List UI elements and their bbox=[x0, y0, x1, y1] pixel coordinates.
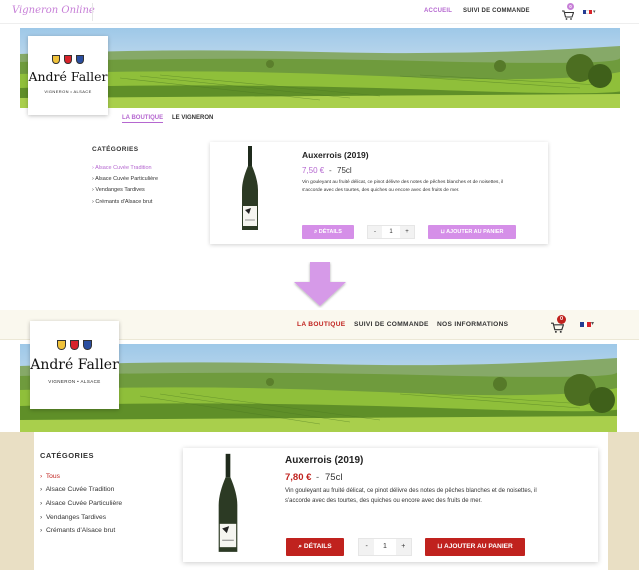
top-navbar: Vigneron Online bbox=[0, 0, 639, 24]
brand-divider bbox=[92, 3, 93, 21]
chevron-down-icon[interactable]: ▾ bbox=[591, 320, 594, 327]
quantity-decrease-button[interactable]: - bbox=[368, 226, 382, 238]
product-price: 7,50 € bbox=[302, 166, 325, 175]
product-description-line2: s'accorde avec des tourtes, des quiches … bbox=[285, 498, 482, 504]
category-item[interactable]: › Crémants d'Alsace brut bbox=[40, 527, 115, 534]
product-description-line1: Vin gouleyant au fruité délicat, ce pino… bbox=[302, 180, 504, 185]
shield-yellow-icon bbox=[51, 55, 60, 64]
french-flag-icon[interactable] bbox=[583, 10, 592, 14]
product-description-line2: s'accorde avec des tourtes, des quiches … bbox=[302, 188, 460, 193]
logo-subtitle: VIGNERON • ALSACE bbox=[48, 379, 101, 384]
category-item[interactable]: › Vendanges Tardives bbox=[40, 514, 106, 521]
details-button[interactable]: ⌕ DÉTAILS bbox=[302, 225, 354, 239]
quantity-stepper[interactable]: - 1 + bbox=[367, 225, 415, 239]
product-volume: 75cl bbox=[325, 472, 343, 483]
quantity-increase-button[interactable]: + bbox=[396, 539, 411, 555]
producer-logo-card[interactable]: André Faller VIGNERON • ALSACE bbox=[30, 321, 119, 409]
vineyard-banner-image bbox=[20, 28, 620, 108]
quantity-value[interactable]: 1 bbox=[382, 226, 400, 238]
shopping-cart-icon: ⊔ bbox=[437, 543, 443, 550]
nav-link-suivi[interactable]: SUIVI DE COMMANDE bbox=[463, 8, 530, 14]
category-item[interactable]: › Alsace Cuvée Tradition bbox=[92, 165, 152, 171]
nav-link-informations[interactable]: NOS INFORMATIONS bbox=[437, 321, 508, 328]
shield-red-icon bbox=[64, 55, 72, 64]
category-item[interactable]: › Crémants d'Alsace brut bbox=[92, 199, 152, 205]
add-to-cart-button[interactable]: ⊔ AJOUTER AU PANIER bbox=[425, 538, 525, 556]
shield-red-icon bbox=[70, 340, 79, 350]
tab-le-vigneron[interactable]: LE VIGNERON bbox=[172, 115, 213, 121]
wine-bottle-image[interactable] bbox=[214, 452, 242, 556]
price-separator: - bbox=[329, 166, 332, 175]
details-button[interactable]: ⌕ DÉTAILS bbox=[286, 538, 344, 556]
shield-blue-icon bbox=[76, 55, 85, 64]
tab-la-boutique[interactable]: LA BOUTIQUE bbox=[122, 115, 164, 123]
quantity-increase-button[interactable]: + bbox=[400, 226, 414, 238]
product-volume: 75cl bbox=[337, 166, 352, 175]
wine-bottle-image[interactable] bbox=[238, 146, 262, 232]
category-item[interactable]: › Alsace Cuvée Tradition bbox=[40, 486, 114, 493]
logo-name: André Faller bbox=[30, 357, 119, 373]
categories-heading: CATÉGORIES bbox=[40, 451, 95, 460]
producer-logo-card[interactable]: André Faller VIGNERON • ALSACE bbox=[28, 36, 108, 115]
nav-link-accueil[interactable]: ACCUEIL bbox=[424, 8, 452, 14]
price-separator: - bbox=[316, 472, 320, 483]
french-flag-icon[interactable] bbox=[580, 322, 591, 327]
coat-of-arms-icons bbox=[28, 51, 108, 64]
brand-logo-text[interactable]: Vigneron Online bbox=[12, 5, 95, 16]
nav-link-suivi[interactable]: SUIVI DE COMMANDE bbox=[354, 321, 429, 328]
category-item[interactable]: › Tous bbox=[40, 473, 60, 480]
quantity-decrease-button[interactable]: - bbox=[359, 539, 374, 555]
shopping-cart-icon: ⊔ bbox=[440, 229, 445, 235]
shield-yellow-icon bbox=[56, 340, 66, 350]
product-description-line1: Vin gouleyant au fruité délicat, ce pino… bbox=[285, 488, 537, 494]
chevron-down-icon[interactable]: ▾ bbox=[593, 9, 596, 15]
product-price: 7,80 € bbox=[285, 472, 312, 483]
category-item[interactable]: › Vendanges Tardives bbox=[92, 187, 145, 193]
category-item[interactable]: › Alsace Cuvée Particulière bbox=[40, 500, 122, 507]
comparison-page: Vigneron Online ACCUEIL SUIVI DE COMMAND… bbox=[0, 0, 639, 570]
down-arrow-icon bbox=[294, 262, 346, 306]
product-title[interactable]: Auxerrois (2019) bbox=[302, 150, 369, 160]
coat-of-arms-icons bbox=[30, 337, 119, 350]
product-title[interactable]: Auxerrois (2019) bbox=[285, 455, 363, 466]
quantity-value[interactable]: 1 bbox=[374, 539, 396, 555]
cart-count-badge: 0 bbox=[557, 315, 566, 324]
cart-count-badge: 0 bbox=[567, 3, 574, 10]
nav-link-la-boutique[interactable]: LA BOUTIQUE bbox=[297, 321, 345, 328]
logo-subtitle: VIGNERON • ALSACE bbox=[44, 89, 92, 94]
quantity-stepper[interactable]: - 1 + bbox=[358, 538, 412, 556]
shield-blue-icon bbox=[83, 340, 93, 350]
magnifier-icon: ⌕ bbox=[314, 229, 318, 235]
category-item[interactable]: › Alsace Cuvée Particulière bbox=[92, 176, 158, 182]
magnifier-icon: ⌕ bbox=[298, 543, 303, 550]
add-to-cart-button[interactable]: ⊔ AJOUTER AU PANIER bbox=[428, 225, 516, 239]
categories-heading: CATÉGORIES bbox=[92, 146, 139, 153]
logo-name: André Faller bbox=[28, 69, 108, 84]
